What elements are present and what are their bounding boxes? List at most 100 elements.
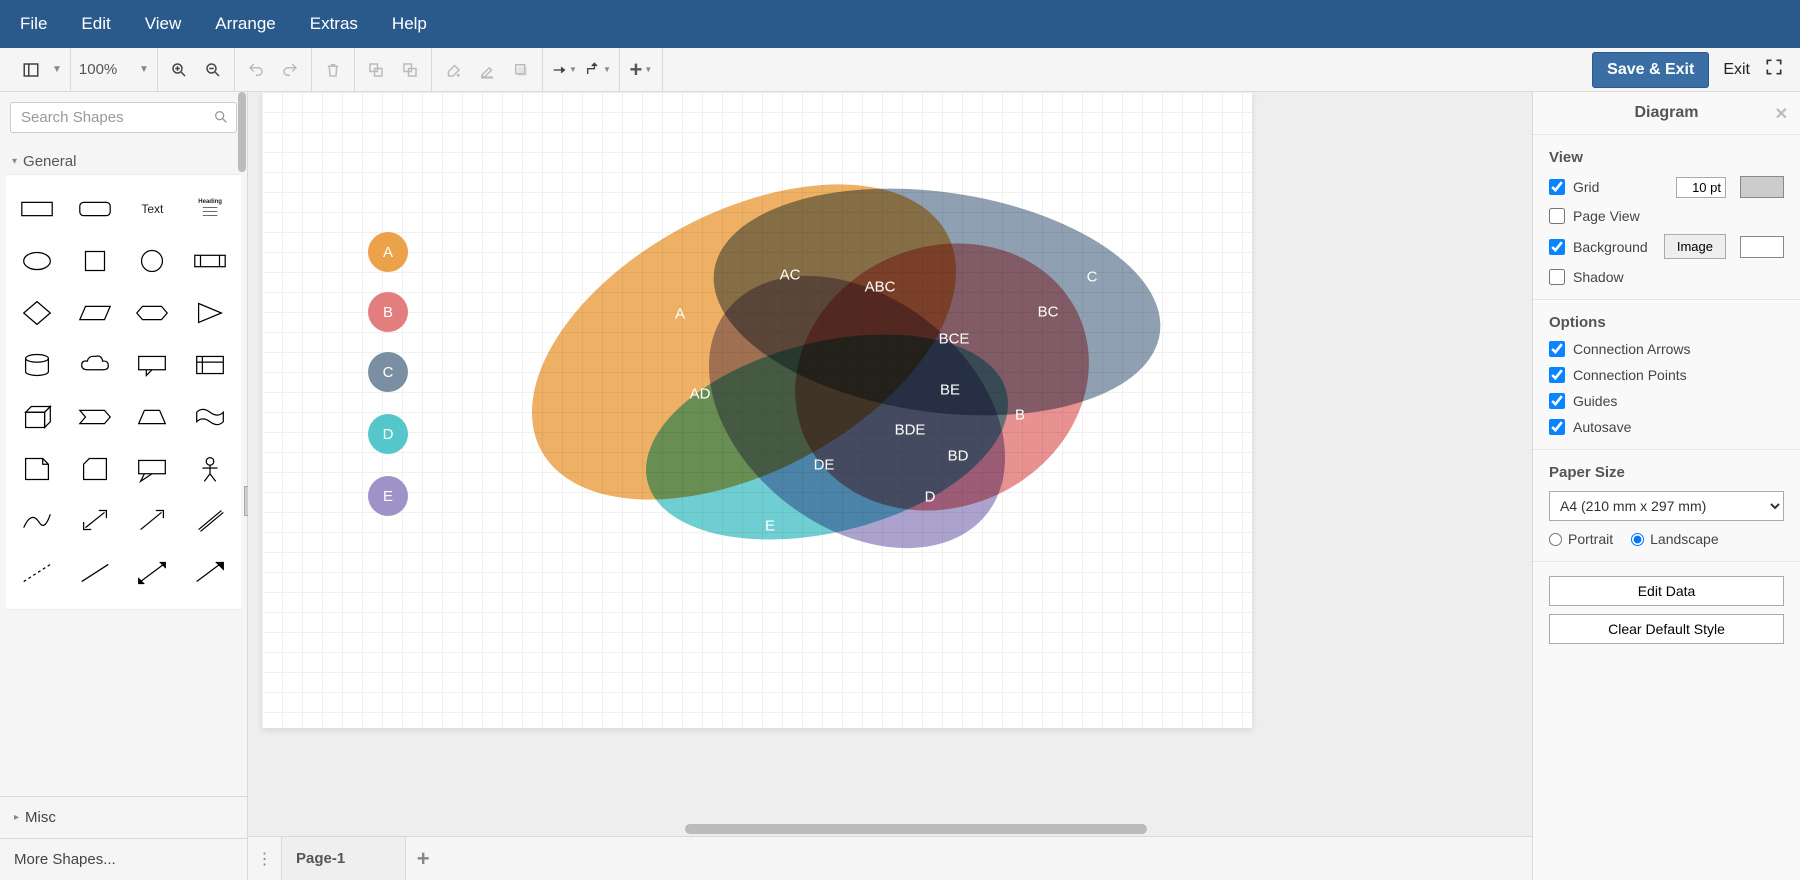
guides-checkbox[interactable]	[1549, 393, 1565, 409]
shape-bidir-arrow[interactable]	[66, 495, 124, 547]
menu-view[interactable]: View	[145, 14, 182, 34]
shape-curve[interactable]	[8, 495, 66, 547]
shape-cloud[interactable]	[66, 339, 124, 391]
shape-card[interactable]	[66, 443, 124, 495]
undo-icon[interactable]	[243, 57, 269, 83]
shape-ellipse[interactable]	[8, 235, 66, 287]
to-front-icon[interactable]	[363, 57, 389, 83]
shape-dashed-line[interactable]	[8, 547, 66, 599]
shape-triangle[interactable]	[181, 287, 239, 339]
to-back-icon[interactable]	[397, 57, 423, 83]
line-color-icon[interactable]	[474, 57, 500, 83]
more-shapes-button[interactable]: More Shapes...	[0, 838, 247, 880]
clear-style-button[interactable]: Clear Default Style	[1549, 614, 1784, 644]
legend-d[interactable]: D	[368, 414, 408, 454]
background-color-swatch[interactable]	[1740, 236, 1784, 258]
fill-icon[interactable]	[440, 57, 466, 83]
section-general[interactable]: General	[0, 143, 247, 174]
menu-extras[interactable]: Extras	[310, 14, 358, 34]
shape-arrow[interactable]	[124, 495, 182, 547]
grid-color-swatch[interactable]	[1740, 176, 1784, 198]
shape-heading[interactable]: Heading━━━━━━━━━━━━━━━━━━	[181, 183, 239, 235]
menu-file[interactable]: File	[20, 14, 47, 34]
shadow-icon[interactable]	[508, 57, 534, 83]
shape-actor[interactable]	[181, 443, 239, 495]
legend-e[interactable]: E	[368, 476, 408, 516]
shape-diamond[interactable]	[8, 287, 66, 339]
shape-square[interactable]	[66, 235, 124, 287]
venn-label: BE	[940, 382, 960, 399]
panels-toggle-icon[interactable]	[18, 57, 44, 83]
shape-trapezoid[interactable]	[124, 391, 182, 443]
close-panel-icon[interactable]: ✕	[1775, 104, 1788, 124]
venn-label: AC	[780, 267, 801, 284]
add-page-button[interactable]: +	[406, 837, 440, 880]
paper-size-select[interactable]: A4 (210 mm x 297 mm)	[1549, 491, 1784, 521]
shape-palette: Text Heading━━━━━━━━━━━━━━━━━━	[6, 174, 241, 610]
zoom-level[interactable]: 100%▼	[79, 61, 149, 78]
shadow-checkbox[interactable]	[1549, 269, 1565, 285]
background-image-button[interactable]: Image	[1664, 234, 1726, 259]
background-checkbox[interactable]	[1549, 239, 1565, 255]
conn-arrows-checkbox[interactable]	[1549, 341, 1565, 357]
delete-icon[interactable]	[320, 57, 346, 83]
shape-note[interactable]	[8, 443, 66, 495]
zoom-out-icon[interactable]	[200, 57, 226, 83]
redo-icon[interactable]	[277, 57, 303, 83]
sidebar-scrollbar[interactable]	[238, 92, 246, 172]
menu-arrange[interactable]: Arrange	[215, 14, 275, 34]
edit-data-button[interactable]: Edit Data	[1549, 576, 1784, 606]
shape-parallelogram[interactable]	[66, 287, 124, 339]
conn-points-checkbox[interactable]	[1549, 367, 1565, 383]
menu-edit[interactable]: Edit	[81, 14, 110, 34]
venn-label: BD	[948, 448, 969, 465]
horizontal-scrollbar[interactable]	[248, 822, 1532, 836]
format-panel: Diagram ✕ View Grid Page View Background…	[1532, 92, 1800, 880]
exit-button[interactable]: Exit	[1719, 55, 1754, 85]
shape-tape[interactable]	[181, 391, 239, 443]
autosave-label: Autosave	[1573, 419, 1631, 435]
shape-directional-line[interactable]	[181, 547, 239, 599]
venn-label: BDE	[895, 422, 926, 439]
portrait-label: Portrait	[1568, 531, 1613, 547]
legend-b[interactable]: B	[368, 292, 408, 332]
shape-callout2[interactable]	[124, 443, 182, 495]
chevron-down-icon[interactable]: ▼	[52, 64, 62, 75]
add-icon[interactable]: +▼	[628, 57, 654, 83]
fullscreen-icon[interactable]	[1764, 57, 1784, 82]
landscape-radio[interactable]	[1631, 533, 1644, 546]
legend-a[interactable]: A	[368, 232, 408, 272]
section-misc[interactable]: Misc	[0, 796, 247, 838]
search-shapes-input[interactable]	[10, 102, 237, 133]
shape-step[interactable]	[66, 391, 124, 443]
autosave-checkbox[interactable]	[1549, 419, 1565, 435]
menu-help[interactable]: Help	[392, 14, 427, 34]
connector-waypoint-icon[interactable]: ▼	[585, 57, 611, 83]
shape-line[interactable]	[66, 547, 124, 599]
shape-process[interactable]	[181, 235, 239, 287]
pageview-checkbox[interactable]	[1549, 208, 1565, 224]
grid-size-input[interactable]	[1676, 177, 1726, 198]
shape-bidir-line[interactable]	[124, 547, 182, 599]
shape-hexagon[interactable]	[124, 287, 182, 339]
shape-cylinder[interactable]	[8, 339, 66, 391]
shape-internal-storage[interactable]	[181, 339, 239, 391]
shape-rounded-rect[interactable]	[66, 183, 124, 235]
grid-checkbox[interactable]	[1549, 179, 1565, 195]
shape-rect[interactable]	[8, 183, 66, 235]
shape-circle[interactable]	[124, 235, 182, 287]
canvas-page[interactable]: A B C D E A AC ABC C BC BCE AD BE	[262, 92, 1252, 728]
zoom-in-icon[interactable]	[166, 57, 192, 83]
shape-text[interactable]: Text	[124, 183, 182, 235]
landscape-label: Landscape	[1650, 531, 1719, 547]
tab-menu-icon[interactable]: ⋮	[248, 837, 282, 880]
portrait-radio[interactable]	[1549, 533, 1562, 546]
shape-callout[interactable]	[124, 339, 182, 391]
tab-page1[interactable]: Page-1	[282, 837, 406, 880]
shape-cube[interactable]	[8, 391, 66, 443]
venn-label: E	[765, 518, 775, 535]
save-exit-button[interactable]: Save & Exit	[1592, 52, 1709, 88]
shape-double-line[interactable]	[181, 495, 239, 547]
connector-straight-icon[interactable]: ▼	[551, 57, 577, 83]
legend-c[interactable]: C	[368, 352, 408, 392]
